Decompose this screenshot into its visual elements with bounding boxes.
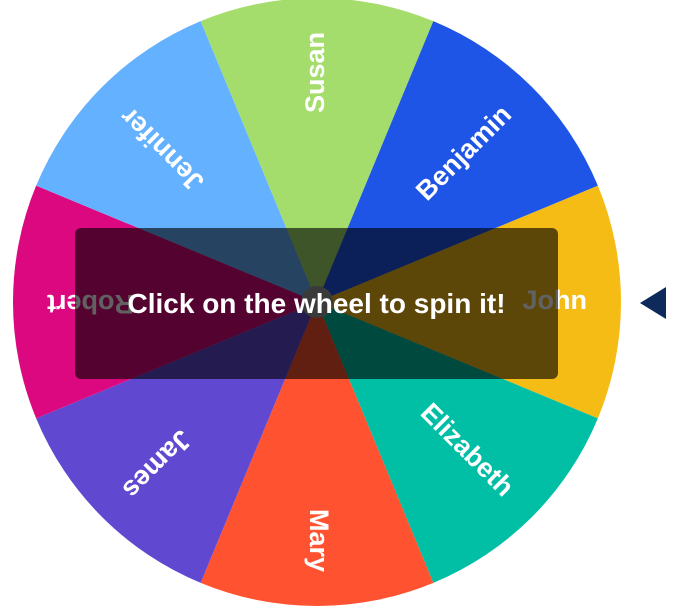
wheel-stage: JohnElizabethMaryJamesRobertJenniferSusa… bbox=[0, 0, 675, 608]
wheel-segment-label-mary: Mary bbox=[304, 509, 334, 572]
spin-instruction-overlay[interactable]: Click on the wheel to spin it! bbox=[75, 228, 558, 379]
wheel-pointer-icon bbox=[640, 287, 666, 319]
wheel-segment-label-susan: Susan bbox=[300, 32, 330, 113]
spin-instruction-text: Click on the wheel to spin it! bbox=[127, 287, 506, 319]
